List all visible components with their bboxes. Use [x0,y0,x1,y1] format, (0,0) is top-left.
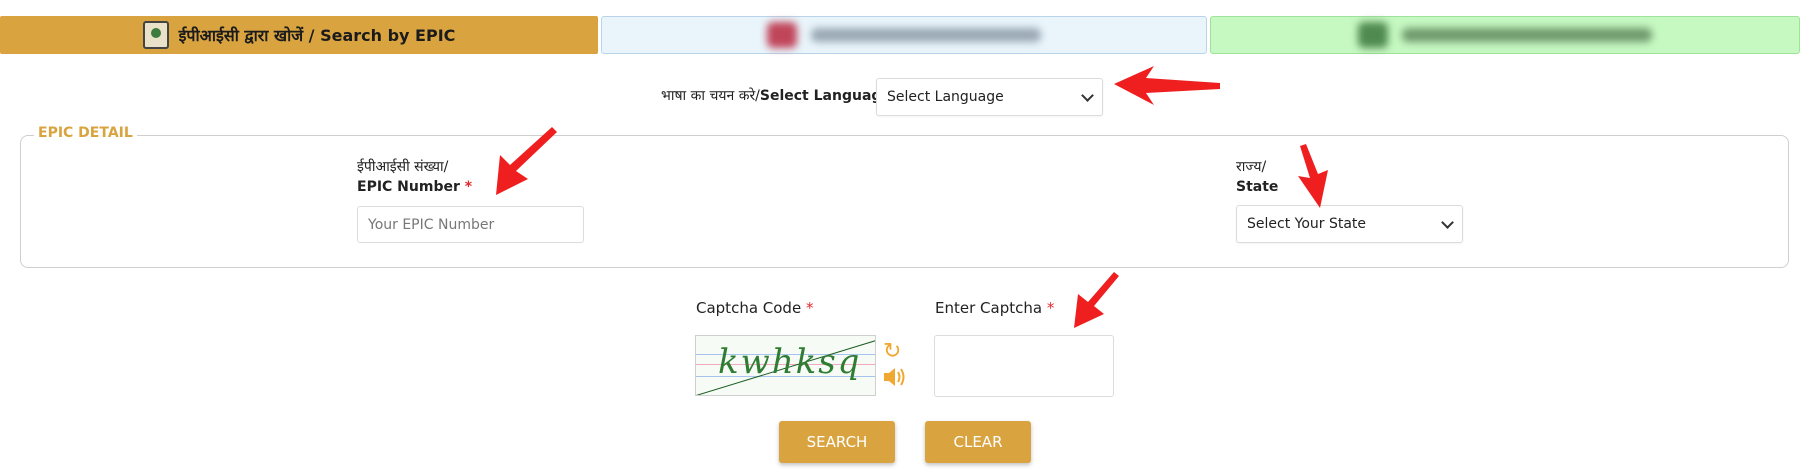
epic-detail-legend: EPIC DETAIL [34,125,137,141]
required-mark: * [464,179,473,195]
chevron-down-icon [1441,215,1454,229]
search-button[interactable]: SEARCH [779,421,895,463]
chevron-down-icon [1081,88,1094,102]
tab-search-by-details[interactable] [601,16,1207,54]
tab-search-by-mobile[interactable] [1210,16,1800,54]
required-mark: * [1046,299,1055,317]
enter-captcha-label-text: Enter Captcha [935,299,1043,317]
required-mark: * [805,299,814,317]
blurred-tab-label [811,28,1041,42]
epic-number-placeholder: Your EPIC Number [368,216,495,233]
state-label-hindi: राज्य/ [1236,159,1267,175]
state-label-english: State [1236,179,1279,195]
blurred-tab-icon [767,22,797,48]
captcha-code-label-text: Captcha Code [696,299,802,317]
tab-search-by-epic-label: ईपीआईसी द्वारा खोजें / Search by EPIC [178,26,456,45]
enter-captcha-label: Enter Captcha * [935,299,1054,317]
language-select-value: Select Language [887,89,1004,105]
captcha-image: kwhksq [695,335,876,396]
speaker-icon-graphic [884,368,905,386]
annotation-arrow-language [1114,66,1220,105]
epic-number-label: ईपीआईसी संख्या/ EPIC Number * [357,157,472,197]
select-language-label-hindi: भाषा का चयन करे/ [661,88,760,104]
language-select[interactable]: Select Language [876,78,1103,116]
annotation-arrow-state [1298,144,1328,208]
state-select[interactable]: Select Your State [1236,205,1463,243]
tab-search-by-epic[interactable]: ईपीआईसी द्वारा खोजें / Search by EPIC [0,16,598,54]
annotation-arrow-epic [496,127,557,195]
annotation-arrow-captcha [1074,272,1119,328]
state-select-value: Select Your State [1247,216,1367,232]
clear-button[interactable]: CLEAR [925,421,1031,463]
epic-number-label-english: EPIC Number [357,179,460,195]
state-label: राज्य/ State [1236,157,1278,197]
epic-detail-fieldset [20,135,1789,268]
speaker-icon[interactable] [882,366,908,393]
select-language-label-english: Select Language [759,88,891,104]
epic-number-input[interactable]: Your EPIC Number [357,206,584,243]
epic-card-icon [142,21,169,49]
epic-number-label-hindi: ईपीआईसी संख्या/ [357,159,449,175]
select-language-label: भाषा का चयन करे/Select Language [661,86,891,105]
refresh-icon[interactable]: ↻ [883,341,901,363]
captcha-image-text: kwhksq [718,342,862,382]
blurred-tab-label [1402,28,1652,42]
captcha-input[interactable] [934,335,1114,397]
captcha-code-label: Captcha Code * [696,299,813,317]
blurred-tab-icon [1358,22,1388,48]
